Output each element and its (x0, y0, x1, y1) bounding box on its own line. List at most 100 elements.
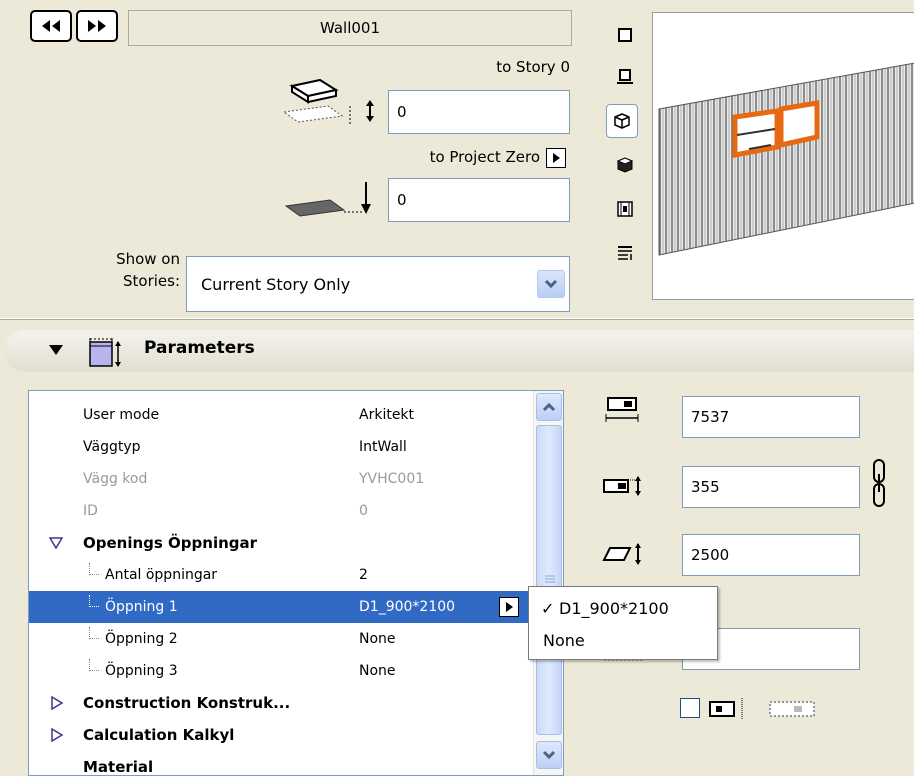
previous-element-button[interactable] (30, 10, 72, 42)
check-icon: ✓ (541, 598, 555, 618)
wall-preview-image (658, 62, 914, 256)
to-project-zero-value: 0 (397, 191, 407, 209)
param-name: ID (83, 503, 98, 519)
param-group-name: Material (83, 758, 154, 776)
param-group-name: Openings Öppningar (83, 534, 258, 552)
view-shaded-button[interactable] (610, 150, 640, 180)
next-element-button[interactable] (76, 10, 118, 42)
cube-solid-icon (616, 157, 634, 173)
parameters-list[interactable]: User mode Arkitekt Väggtyp IntWall Vägg … (28, 390, 564, 776)
wall-thickness-value: 355 (691, 478, 720, 496)
param-name: Öppning 2 (105, 631, 178, 647)
param-row-oppning-3[interactable]: Öppning 3 None (29, 655, 533, 687)
3d-preview[interactable] (652, 12, 914, 300)
param-value: None (359, 631, 396, 647)
chevron-down-icon (542, 750, 556, 760)
vertical-scrollbar[interactable] (533, 391, 563, 775)
project-zero-icon (284, 182, 371, 217)
to-project-zero-label: to Project Zero (429, 148, 540, 166)
parameters-section-header[interactable] (4, 330, 914, 372)
to-story-label: to Story 0 (496, 58, 570, 76)
wall-thickness-icon (603, 476, 641, 496)
param-group-openings[interactable]: Openings Öppningar (29, 527, 533, 559)
elevation-icon (617, 69, 633, 84)
param-name: Vägg kod (83, 471, 148, 487)
param-group-name: Calculation Kalkyl (83, 726, 235, 744)
wall-profile-alt-icon (769, 701, 815, 717)
param-value: 0 (359, 503, 368, 519)
scroll-thumb[interactable] (536, 425, 562, 735)
param-name: Väggtyp (83, 439, 141, 455)
param-row-user-mode[interactable]: User mode Arkitekt (29, 399, 533, 431)
view-section-button[interactable] (610, 62, 640, 92)
square-icon (618, 28, 632, 42)
grip-icon (545, 575, 555, 583)
show-on-label-line1: Show on (116, 250, 180, 268)
wall-profile-icon (709, 698, 743, 720)
wall-length-input[interactable]: 7537 (682, 396, 860, 438)
param-group-construction[interactable]: Construction Konstruk... (29, 687, 533, 719)
chevron-up-icon (542, 402, 556, 412)
param-name: Öppning 3 (105, 663, 178, 679)
param-row-oppning-1[interactable]: Öppning 1 D1_900*2100 (29, 591, 533, 623)
to-story-input[interactable]: 0 (388, 90, 570, 134)
project-zero-menu-button[interactable] (546, 148, 566, 168)
wall-length-icon (605, 397, 639, 422)
list-icon (618, 246, 632, 260)
param-group-calculation[interactable]: Calculation Kalkyl (29, 719, 533, 751)
popup-item-d1[interactable]: ✓ D1_900*2100 (529, 593, 717, 623)
popup-item-none[interactable]: None (529, 625, 717, 655)
cube-outline-icon (614, 113, 630, 129)
scroll-up-button[interactable] (536, 393, 562, 421)
show-on-stories-select[interactable]: Current Story Only (186, 256, 570, 312)
chain-link-icon[interactable] (872, 458, 886, 508)
value-menu-button[interactable] (499, 597, 519, 617)
wall-height-icon (602, 543, 641, 565)
scroll-down-button[interactable] (536, 741, 562, 769)
wall-height-input[interactable]: 2500 (682, 534, 860, 576)
triangle-right-icon (553, 153, 560, 163)
to-story-value: 0 (397, 103, 407, 121)
view-floorplan-button[interactable] (610, 20, 640, 50)
show-on-label: Show on Stories: (60, 248, 180, 292)
to-project-zero-input[interactable]: 0 (388, 178, 570, 222)
parameters-title: Parameters (144, 338, 255, 358)
param-value: YVHC001 (359, 471, 425, 487)
param-name: User mode (83, 407, 160, 423)
param-row-id[interactable]: ID 0 (29, 495, 533, 527)
param-row-vagg-kod[interactable]: Vägg kod YVHC001 (29, 463, 533, 495)
param-row-oppning-2[interactable]: Öppning 2 None (29, 623, 533, 655)
show-on-label-line2: Stories: (122, 272, 180, 290)
element-name: Wall001 (319, 19, 381, 37)
section-divider (0, 318, 914, 320)
view-3d-button[interactable] (606, 104, 638, 138)
param-name: Öppning 1 (105, 599, 178, 615)
collapsed-triangle-icon[interactable] (51, 696, 63, 710)
wall-thickness-input[interactable]: 355 (682, 466, 860, 508)
show-on-stories-value: Current Story Only (201, 274, 351, 294)
tree-connector (89, 659, 99, 671)
rewind-icon (42, 20, 60, 32)
chevron-down-icon (544, 279, 558, 289)
option-popup-menu[interactable]: ✓ D1_900*2100 None (528, 586, 718, 660)
fast-forward-icon (88, 20, 106, 32)
param-group-material[interactable]: Material (29, 751, 533, 776)
collapsed-triangle-icon[interactable] (51, 728, 63, 742)
param-row-vaggtyp[interactable]: Väggtyp IntWall (29, 431, 533, 463)
element-name-field: Wall001 (128, 10, 572, 46)
collapse-triangle-icon[interactable] (48, 344, 64, 356)
parameters-icon (89, 338, 121, 367)
expanded-triangle-icon[interactable] (49, 537, 63, 549)
popup-item-label: D1_900*2100 (559, 598, 669, 618)
view-film-button[interactable] (610, 194, 640, 224)
dropdown-arrow-button[interactable] (537, 270, 565, 298)
wall-length-value: 7537 (691, 408, 730, 426)
option-checkbox[interactable] (680, 698, 700, 718)
triangle-right-icon (506, 602, 513, 612)
view-list-button[interactable] (610, 238, 640, 268)
param-group-name: Construction Konstruk... (83, 694, 291, 712)
param-row-antal-oppningar[interactable]: Antal öppningar 2 (29, 559, 533, 591)
param-value: 2 (359, 567, 368, 583)
wall-height-value: 2500 (691, 546, 730, 564)
param-value: IntWall (359, 439, 407, 455)
